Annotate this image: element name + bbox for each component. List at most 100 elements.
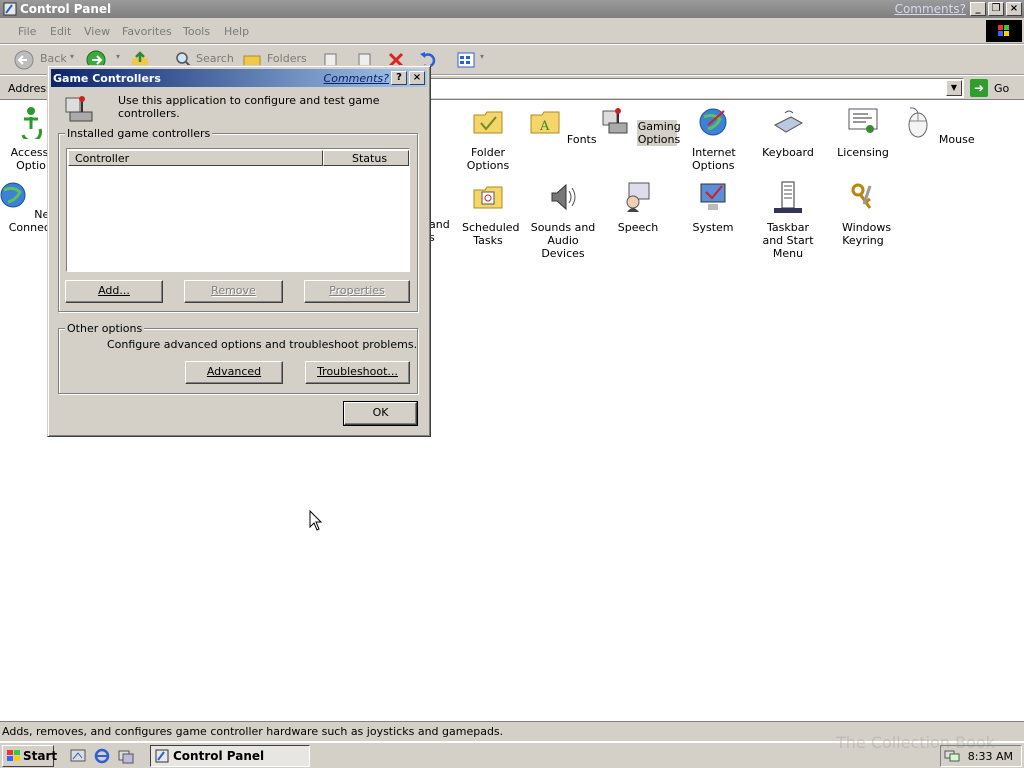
item-gaming-options[interactable]: Gaming Options bbox=[599, 105, 681, 146]
mouse-cursor-icon bbox=[309, 510, 323, 531]
internet-explorer-icon[interactable] bbox=[94, 748, 110, 764]
window-titlebar[interactable]: Control Panel Comments? _ ❐ × bbox=[0, 0, 1024, 18]
column-header-status[interactable]: Status bbox=[323, 150, 409, 166]
item-label: Folder Options bbox=[466, 146, 510, 172]
help-button[interactable]: ? bbox=[391, 71, 407, 85]
column-label: Status bbox=[352, 152, 388, 165]
controllers-list[interactable]: Controller Status bbox=[66, 148, 410, 272]
svg-text:A: A bbox=[539, 119, 550, 134]
start-label: Start bbox=[23, 749, 58, 763]
item-fonts[interactable]: A Fonts bbox=[524, 105, 602, 146]
go-label: Go bbox=[994, 82, 1010, 95]
item-licensing[interactable]: Licensing bbox=[824, 105, 902, 159]
item-windows-keyring[interactable]: Windows Keyring bbox=[824, 180, 902, 247]
item-label: Sounds and Audio Devices bbox=[530, 221, 596, 260]
dialog-comments-link[interactable]: Comments? bbox=[324, 72, 389, 85]
item-label: Taskbar and Start Menu bbox=[762, 221, 814, 260]
menu-bar: File Edit View Favorites Tools Help bbox=[0, 18, 1024, 44]
ok-button[interactable]: OK bbox=[343, 401, 418, 426]
network-icon bbox=[0, 182, 26, 208]
item-label: Gaming Options bbox=[636, 120, 681, 146]
item-taskbar-start-menu[interactable]: Taskbar and Start Menu bbox=[749, 180, 827, 260]
item-label: Scheduled Tasks bbox=[462, 221, 520, 247]
menu-file[interactable]: File bbox=[18, 25, 36, 38]
window-title: Control Panel bbox=[20, 2, 112, 16]
keyboard-icon bbox=[773, 110, 804, 133]
item-label: Keyboard bbox=[762, 146, 814, 159]
keyring-icon bbox=[851, 183, 872, 209]
dialog-titlebar[interactable]: Game Controllers Comments? ? × bbox=[51, 69, 427, 87]
add-button[interactable]: Add... bbox=[65, 280, 163, 303]
item-label: Mouse bbox=[938, 133, 975, 146]
item-label: Optio bbox=[16, 159, 46, 172]
troubleshoot-button[interactable]: Troubleshoot... bbox=[305, 361, 410, 384]
add-label: Add... bbox=[98, 284, 130, 297]
minimize-button[interactable]: _ bbox=[970, 2, 986, 16]
start-button[interactable]: Start bbox=[2, 745, 58, 767]
back-button[interactable]: Back bbox=[40, 52, 67, 65]
scheduled-tasks-icon bbox=[473, 186, 503, 209]
ok-label: OK bbox=[372, 406, 389, 419]
folders-button[interactable]: Folders bbox=[267, 52, 307, 65]
sounds-icon bbox=[551, 183, 576, 211]
windows-logo-icon bbox=[986, 20, 1022, 42]
item-label: System bbox=[692, 221, 734, 234]
internet-options-icon bbox=[699, 108, 727, 136]
group-label: Other options bbox=[65, 322, 145, 335]
status-text: Adds, removes, and configures game contr… bbox=[2, 725, 504, 738]
item-speech[interactable]: Speech bbox=[599, 180, 677, 234]
advanced-button[interactable]: Advanced bbox=[185, 361, 283, 384]
go-arrow-icon: ➜ bbox=[970, 79, 988, 97]
remove-button[interactable]: Remove bbox=[184, 280, 283, 303]
other-options-text: Configure advanced options and troublesh… bbox=[107, 338, 418, 351]
properties-label: Properties bbox=[329, 284, 385, 297]
menu-edit[interactable]: Edit bbox=[50, 25, 71, 38]
item-internet-options[interactable]: Internet Options bbox=[674, 105, 752, 172]
menu-favorites[interactable]: Favorites bbox=[122, 25, 172, 38]
accessibility-icon bbox=[21, 107, 42, 143]
views-icon[interactable] bbox=[456, 50, 476, 70]
speech-icon bbox=[626, 182, 650, 212]
remove-label: Remove bbox=[211, 284, 256, 297]
restore-button[interactable]: ❐ bbox=[988, 2, 1004, 16]
item-label: Internet Options bbox=[692, 146, 736, 172]
game-controllers-dialog: Game Controllers Comments? ? × Use this … bbox=[47, 65, 431, 437]
back-arrow-icon[interactable] bbox=[14, 50, 34, 70]
system-icon bbox=[700, 183, 726, 210]
views-dropdown-icon[interactable]: ▾ bbox=[480, 52, 484, 61]
show-desktop-icon[interactable] bbox=[70, 748, 86, 764]
folder-options-icon bbox=[473, 111, 503, 134]
item-keyboard[interactable]: Keyboard bbox=[749, 105, 827, 159]
item-scheduled-tasks[interactable]: Scheduled Tasks bbox=[449, 180, 527, 247]
game-controller-icon bbox=[65, 96, 93, 122]
address-dropdown-icon[interactable]: ▼ bbox=[946, 80, 962, 96]
mouse-icon bbox=[908, 107, 928, 138]
properties-button[interactable]: Properties bbox=[304, 280, 410, 303]
forward-dropdown-icon[interactable]: ▾ bbox=[116, 52, 120, 61]
troubleshoot-label: Troubleshoot... bbox=[317, 365, 398, 378]
comments-link[interactable]: Comments? bbox=[895, 2, 966, 16]
gaming-options-icon bbox=[602, 108, 628, 134]
dialog-intro-text: Use this application to configure and te… bbox=[118, 94, 380, 120]
item-folder-options[interactable]: Folder Options bbox=[449, 105, 527, 172]
column-label: Controller bbox=[75, 152, 130, 165]
menu-help[interactable]: Help bbox=[224, 25, 249, 38]
taskbar-control-panel[interactable]: Control Panel bbox=[150, 745, 310, 767]
close-button[interactable]: × bbox=[1006, 2, 1022, 16]
taskbar-icon bbox=[774, 181, 802, 213]
search-button[interactable]: Search bbox=[196, 52, 234, 65]
item-label: Windows Keyring bbox=[842, 221, 892, 247]
dialog-close-button[interactable]: × bbox=[409, 71, 425, 85]
item-mouse[interactable]: Mouse bbox=[899, 105, 977, 146]
explorer-quicklaunch-icon[interactable] bbox=[118, 748, 134, 764]
back-dropdown-icon[interactable]: ▾ bbox=[70, 52, 74, 61]
item-sounds-audio[interactable]: Sounds and Audio Devices bbox=[524, 180, 602, 260]
menu-tools[interactable]: Tools bbox=[183, 25, 210, 38]
address-label: Address bbox=[8, 82, 52, 95]
item-system[interactable]: System bbox=[674, 180, 752, 234]
column-header-controller[interactable]: Controller bbox=[68, 150, 323, 166]
menu-view[interactable]: View bbox=[84, 25, 110, 38]
advanced-label: Advanced bbox=[206, 365, 262, 378]
item-label: Fonts bbox=[566, 133, 597, 146]
item-label: and bbox=[429, 218, 450, 231]
